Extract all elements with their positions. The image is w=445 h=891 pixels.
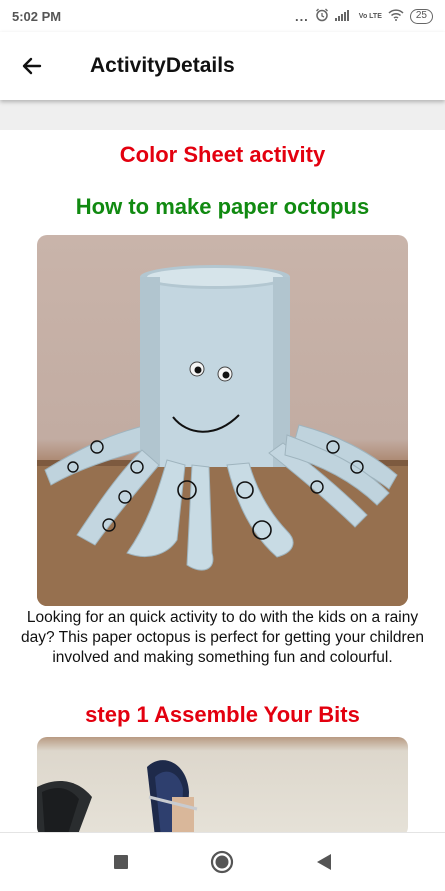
activity-description: Looking for an quick activity to do with… (21, 609, 424, 666)
activity-title: How to make paper octopus (75, 194, 370, 219)
system-nav-bar (0, 832, 445, 891)
recents-square-icon (113, 855, 128, 869)
status-bar: 5:02 PM ... Vo LTE 25 (0, 0, 445, 32)
back-button[interactable] (2, 36, 62, 96)
arrow-left-icon (22, 57, 42, 75)
signal-icon (334, 9, 353, 24)
back-triangle-icon (317, 854, 332, 870)
recents-button[interactable] (97, 838, 145, 886)
more-notifications-icon: ... (294, 8, 309, 24)
screen: 5:02 PM ... Vo LTE 25 ActivityDetails Co… (0, 0, 445, 891)
nav-back-button[interactable] (300, 838, 348, 886)
activity-content[interactable]: Color Sheet activity How to make paper o… (0, 130, 445, 832)
status-icons: ... Vo LTE 25 (295, 8, 433, 25)
home-button[interactable] (198, 838, 246, 886)
status-time: 5:02 PM (12, 8, 62, 24)
alarm-icon (315, 8, 329, 25)
category-heading: Color Sheet activity (119, 142, 326, 167)
page-title: ActivityDetails (90, 54, 235, 77)
battery-indicator: 25 (409, 8, 433, 24)
volte-label: Vo LTE (358, 12, 382, 20)
home-circle-icon (211, 850, 234, 874)
step-photo (37, 737, 408, 832)
wifi-icon (388, 8, 404, 24)
app-bar: ActivityDetails (0, 32, 445, 100)
octopus-photo (37, 235, 408, 606)
divider-band (0, 100, 445, 130)
step-heading: step 1 Assemble Your Bits (85, 702, 360, 727)
